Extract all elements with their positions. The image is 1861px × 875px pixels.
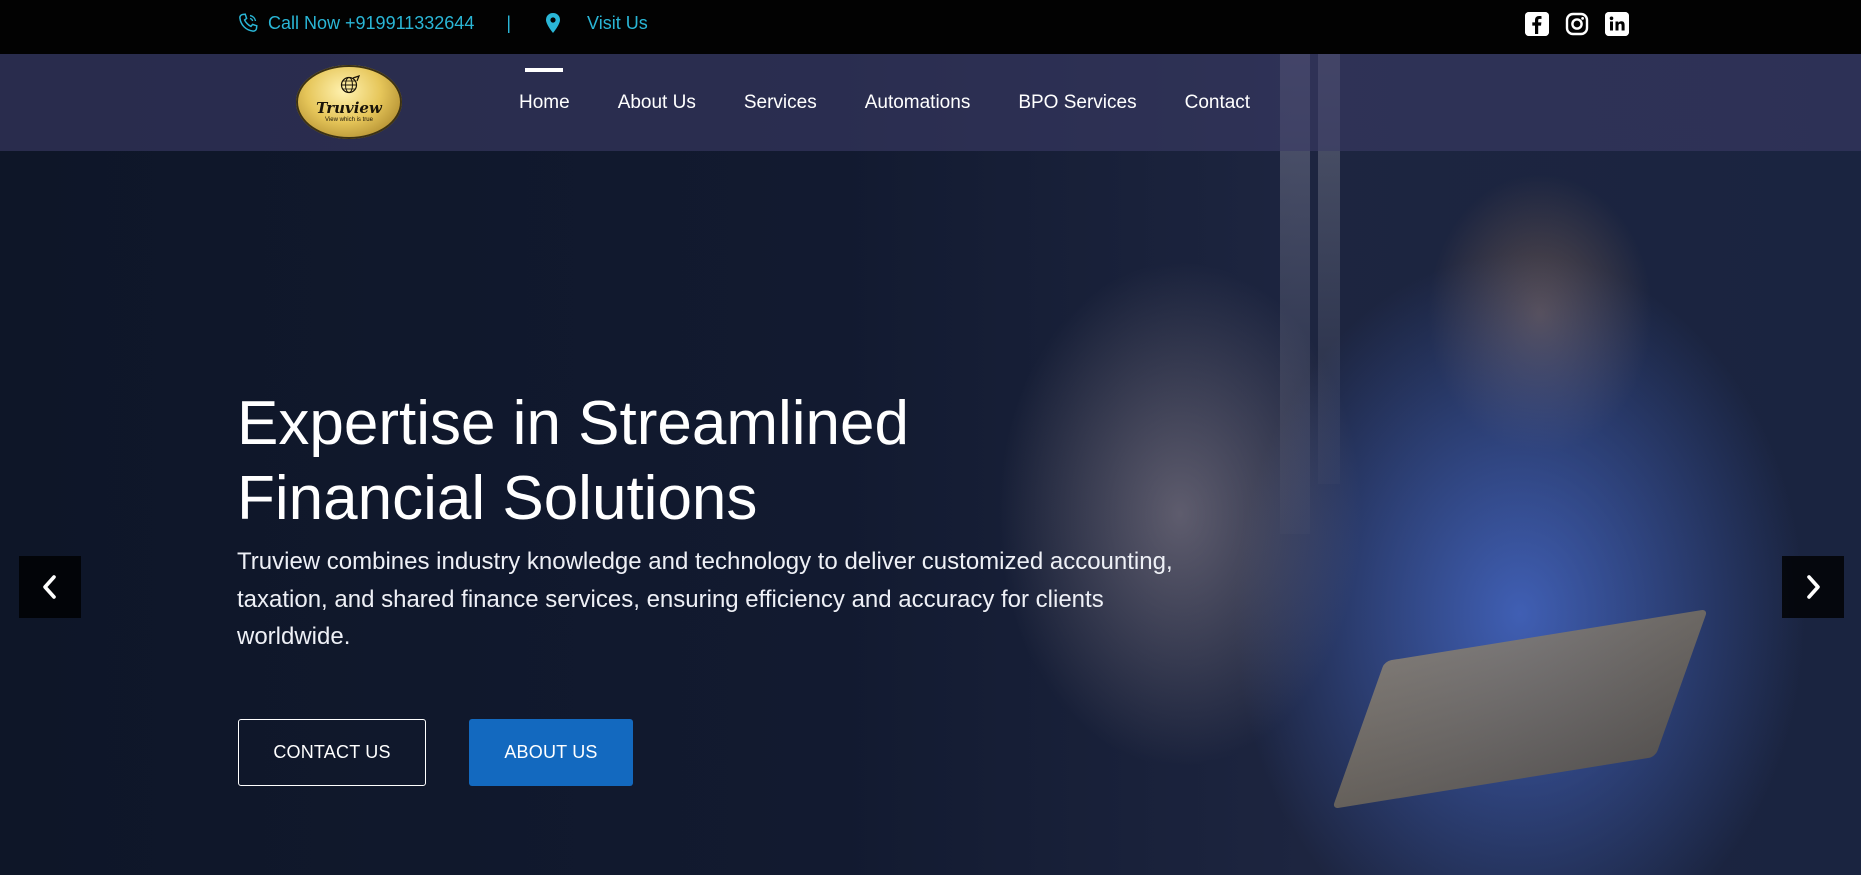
separator: | <box>506 12 512 33</box>
background-photo-tablet <box>1332 609 1708 809</box>
phone-icon <box>239 13 258 32</box>
about-us-button[interactable]: ABOUT US <box>469 719 633 786</box>
call-now-link[interactable]: Call Now +919911332644 <box>268 13 474 34</box>
main-navbar: Truview View which is true Home About Us… <box>0 54 1861 151</box>
logo-tagline: View which is true <box>325 117 373 123</box>
contact-info: Call Now +919911332644 | Visit Us <box>236 11 648 35</box>
instagram-icon[interactable] <box>1565 12 1589 36</box>
contact-us-button[interactable]: CONTACT US <box>238 719 426 786</box>
top-bar: Call Now +919911332644 | Visit Us <box>0 0 1861 54</box>
nav-item-about-us[interactable]: About Us <box>618 92 696 114</box>
primary-nav: Home About Us Services Automations BPO S… <box>519 54 1250 151</box>
logo-name: Truview <box>316 99 382 117</box>
nav-item-contact[interactable]: Contact <box>1185 92 1250 114</box>
chevron-right-icon <box>1807 575 1820 599</box>
nav-item-services[interactable]: Services <box>744 92 817 114</box>
location-pin-icon <box>546 13 561 33</box>
nav-item-bpo-services[interactable]: BPO Services <box>1018 92 1136 114</box>
hero-description: Truview combines industry knowledge and … <box>237 548 1173 650</box>
globe-icon <box>340 75 360 94</box>
hero-title-line-1: Expertise in Streamlined <box>237 389 909 458</box>
hero-title-line-2: Financial Solutions <box>237 464 758 533</box>
linkedin-icon[interactable] <box>1605 12 1629 36</box>
carousel-prev-button[interactable] <box>19 556 81 618</box>
hero-title: Expertise in Streamlined Financial Solut… <box>237 386 997 536</box>
social-links <box>1525 12 1629 36</box>
chevron-left-icon <box>43 575 56 599</box>
visit-us-link[interactable]: Visit Us <box>587 13 648 34</box>
facebook-icon[interactable] <box>1525 12 1549 36</box>
nav-item-home[interactable]: Home <box>519 67 570 114</box>
carousel-next-button[interactable] <box>1782 556 1844 618</box>
nav-item-automations[interactable]: Automations <box>865 92 971 114</box>
site-logo[interactable]: Truview View which is true <box>296 65 402 139</box>
